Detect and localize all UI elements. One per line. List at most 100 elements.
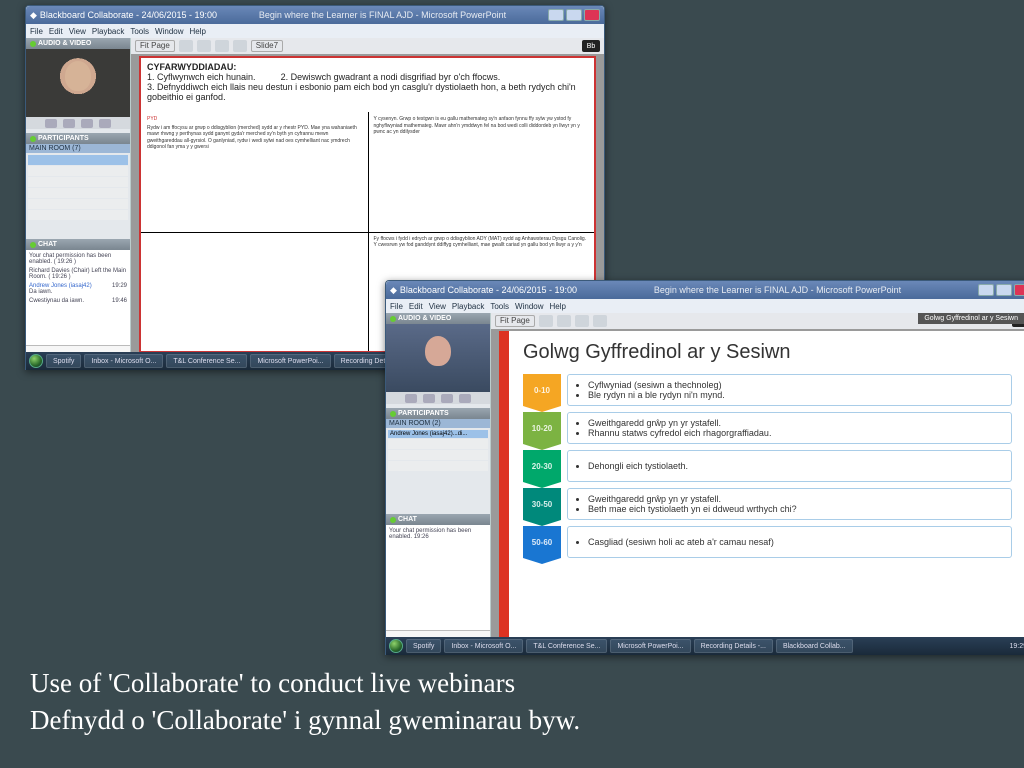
- chat-messages[interactable]: Your chat permission has been enabled. 1…: [386, 525, 490, 630]
- agenda-box: Cyflwyniad (sesiwn a thechnoleg)Ble rydy…: [567, 374, 1012, 406]
- main-room-label[interactable]: MAIN ROOM (7): [26, 144, 130, 153]
- av-controls[interactable]: [386, 392, 490, 404]
- chat-header[interactable]: CHAT: [26, 239, 130, 250]
- list-item[interactable]: [28, 177, 128, 187]
- list-item[interactable]: [28, 210, 128, 220]
- task-button[interactable]: Spotify: [46, 354, 81, 368]
- main-room-label[interactable]: MAIN ROOM (2): [386, 419, 490, 428]
- bb-logo: Bb: [582, 40, 600, 52]
- menu-window[interactable]: Window: [155, 27, 183, 36]
- content-toolbar[interactable]: Fit Page Slide7 Bb: [131, 38, 604, 54]
- tool-icon[interactable]: [539, 315, 553, 327]
- task-button[interactable]: Spotify: [406, 639, 441, 653]
- menu-file[interactable]: File: [390, 302, 403, 311]
- av-panel-header[interactable]: AUDIO & VIDEO: [26, 38, 130, 49]
- tool-icon[interactable]: [557, 315, 571, 327]
- participants-header[interactable]: PARTICIPANTS: [386, 408, 490, 419]
- menu-window[interactable]: Window: [515, 302, 543, 311]
- slide: Golwg Gyffredinol ar y Sesiwn 0-10Cyflwy…: [499, 331, 1024, 638]
- titlebar[interactable]: ◆Blackboard Collaborate - 24/06/2015 - 1…: [26, 6, 604, 24]
- tool-icon[interactable]: [233, 40, 247, 52]
- taskbar[interactable]: Spotify Inbox - Microsoft O... T&L Confe…: [386, 637, 1024, 655]
- app-icon: ◆: [30, 10, 37, 21]
- menu-tools[interactable]: Tools: [490, 302, 509, 311]
- menu-file[interactable]: File: [30, 27, 43, 36]
- close-icon[interactable]: [1014, 284, 1024, 296]
- task-button[interactable]: T&L Conference Se...: [526, 639, 607, 653]
- participants-list[interactable]: MAIN ROOM (7): [26, 144, 130, 239]
- page-indicator[interactable]: Slide7: [251, 40, 283, 52]
- menu-tools[interactable]: Tools: [130, 27, 149, 36]
- menu-playback[interactable]: Playback: [452, 302, 484, 311]
- menu-view[interactable]: View: [69, 27, 86, 36]
- time-chevron: 30-50: [523, 488, 561, 520]
- task-button[interactable]: T&L Conference Se...: [166, 354, 247, 368]
- instructions: CYFARWYDDIADAU: 1. Cyflwynwch eich hunai…: [141, 58, 594, 106]
- list-item[interactable]: [388, 450, 488, 460]
- slide-mini-title: Golwg Gyffredinol ar y Sesiwn: [918, 313, 1024, 324]
- quadrant-3[interactable]: [141, 232, 368, 352]
- tool-icon[interactable]: [215, 40, 229, 52]
- close-icon[interactable]: [584, 9, 600, 21]
- webcam-feed[interactable]: [386, 324, 490, 392]
- title: Blackboard Collaborate - 24/06/2015 - 19…: [40, 10, 217, 20]
- task-button[interactable]: Inbox - Microsoft O...: [444, 639, 523, 653]
- agenda-item: Beth mae eich tystiolaeth yn ei ddweud w…: [588, 504, 1003, 514]
- list-item[interactable]: [28, 188, 128, 198]
- start-orb[interactable]: [389, 639, 403, 653]
- tool-icon[interactable]: [575, 315, 589, 327]
- av-panel-header[interactable]: AUDIO & VIDEO: [386, 313, 490, 324]
- agenda-box: Gweithgaredd grŵp yn yr ystafell.Rhannu …: [567, 412, 1012, 444]
- agenda-row: 10-20Gweithgaredd grŵp yn yr ystafell.Rh…: [523, 412, 1012, 444]
- menu-edit[interactable]: Edit: [49, 27, 63, 36]
- agenda-item: Casgliad (sesiwn holi ac ateb a'r camau …: [588, 537, 1003, 547]
- agenda-box: Casgliad (sesiwn holi ac ateb a'r camau …: [567, 526, 1012, 558]
- agenda-row: 20-30Dehongli eich tystiolaeth.: [523, 450, 1012, 482]
- maximize-icon[interactable]: [566, 9, 582, 21]
- list-item[interactable]: [28, 199, 128, 209]
- menubar[interactable]: File Edit View Playback Tools Window Hel…: [386, 299, 1024, 313]
- clock: 19:29: [1005, 643, 1024, 650]
- list-item[interactable]: [28, 166, 128, 176]
- chat-header[interactable]: CHAT: [386, 514, 490, 525]
- task-button[interactable]: Inbox - Microsoft O...: [84, 354, 163, 368]
- task-button[interactable]: Blackboard Collab...: [776, 639, 853, 653]
- menu-help[interactable]: Help: [550, 302, 566, 311]
- participants-header[interactable]: PARTICIPANTS: [26, 133, 130, 144]
- tool-icon[interactable]: [593, 315, 607, 327]
- slide-caption: Use of 'Collaborate' to conduct live web…: [30, 665, 580, 738]
- chat-messages[interactable]: Your chat permission has been enabled. (…: [26, 250, 130, 345]
- task-button[interactable]: Microsoft PowerPoi...: [610, 639, 690, 653]
- tool-icon[interactable]: [179, 40, 193, 52]
- fit-page[interactable]: Fit Page: [495, 315, 535, 327]
- participants-list[interactable]: MAIN ROOM (2) Andrew Jones (iasaj42)...d…: [386, 419, 490, 514]
- list-item[interactable]: [388, 461, 488, 471]
- menu-help[interactable]: Help: [190, 27, 206, 36]
- menubar[interactable]: File Edit View Playback Tools Window Hel…: [26, 24, 604, 38]
- list-item[interactable]: [28, 155, 128, 165]
- time-chevron: 0-10: [523, 374, 561, 406]
- minimize-icon[interactable]: [548, 9, 564, 21]
- list-item[interactable]: Andrew Jones (iasaj42)...di...: [388, 430, 488, 438]
- time-chevron: 50-60: [523, 526, 561, 558]
- task-button[interactable]: Recording Details -...: [694, 639, 773, 653]
- menu-edit[interactable]: Edit: [409, 302, 423, 311]
- webcam-feed[interactable]: [26, 49, 130, 117]
- menu-view[interactable]: View: [429, 302, 446, 311]
- content-area: Fit Page Bb Golwg Gyffredinol ar y Sesiw…: [491, 313, 1024, 646]
- tool-icon[interactable]: [197, 40, 211, 52]
- quadrant-1[interactable]: PYDRydw i am ffocysu ar grwp o ddisgybli…: [141, 112, 368, 232]
- list-item[interactable]: [388, 439, 488, 449]
- chat-panel: Your chat permission has been enabled. 1…: [386, 525, 490, 646]
- menu-playback[interactable]: Playback: [92, 27, 124, 36]
- minimize-icon[interactable]: [978, 284, 994, 296]
- quadrant-2[interactable]: Y cysenyn. Grwp o testgwn is eu gallu ma…: [368, 112, 595, 232]
- titlebar[interactable]: ◆Blackboard Collaborate - 24/06/2015 - 1…: [386, 281, 1024, 299]
- task-button[interactable]: Microsoft PowerPoi...: [250, 354, 330, 368]
- chat-panel: Your chat permission has been enabled. (…: [26, 250, 130, 361]
- fit-page[interactable]: Fit Page: [135, 40, 175, 52]
- av-controls[interactable]: [26, 117, 130, 129]
- start-orb[interactable]: [29, 354, 43, 368]
- maximize-icon[interactable]: [996, 284, 1012, 296]
- agenda-item: Dehongli eich tystiolaeth.: [588, 461, 1003, 471]
